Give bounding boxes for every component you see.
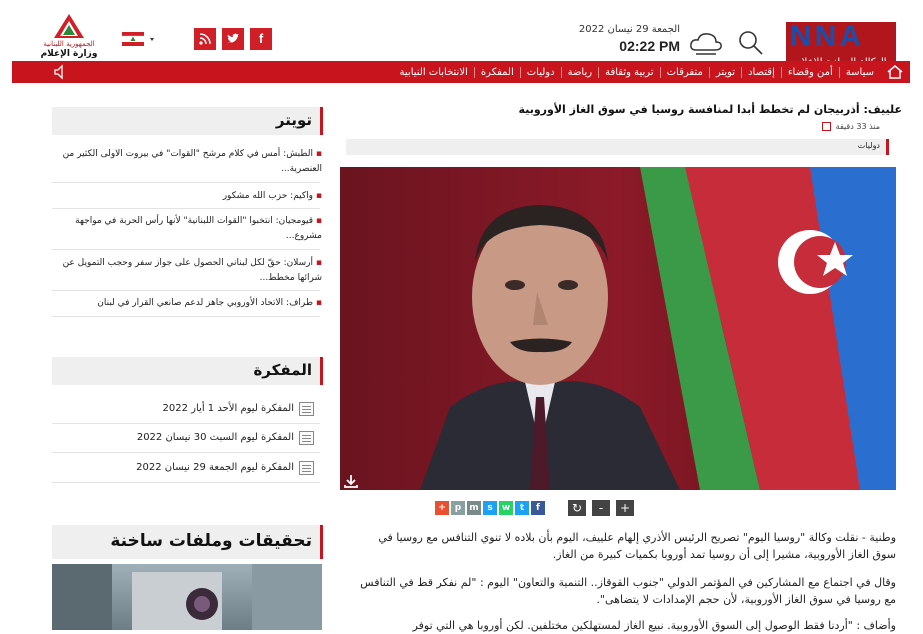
download-icon[interactable] bbox=[343, 473, 359, 489]
twitter-section-header[interactable]: تويتر bbox=[52, 107, 323, 135]
tweet-item[interactable]: ▪ الطبش: أمس في كلام مرشح "القوات" في بي… bbox=[58, 147, 322, 177]
agenda-item[interactable]: المفكرة ليوم الجمعة 29 نيسان 2022 bbox=[52, 455, 320, 483]
category-bar[interactable]: دوليات bbox=[346, 139, 889, 155]
bullet: ▪ bbox=[313, 216, 322, 226]
share-pinterest-button[interactable]: p bbox=[451, 501, 465, 515]
tweet-text: حزب الله مشكور bbox=[222, 191, 291, 201]
facebook-icon[interactable]: f bbox=[250, 28, 272, 50]
tweet-author: طراف: bbox=[286, 298, 314, 308]
agenda-item[interactable]: المفكرة ليوم السبت 30 نيسان 2022 bbox=[52, 425, 320, 453]
ministry-logo[interactable]: الجمهورية اللبنانية وزارة الإعلام bbox=[40, 12, 98, 62]
investigations-image[interactable] bbox=[52, 564, 322, 630]
nav-item-politics[interactable]: سياسة bbox=[838, 66, 880, 78]
share-skype-button[interactable]: s bbox=[483, 501, 497, 515]
main-navbar: سياسة أمن وقضاء إقتصاد تويتر متفرقات ترب… bbox=[12, 61, 910, 83]
rss-icon[interactable] bbox=[194, 28, 216, 50]
divider bbox=[52, 208, 320, 209]
reset-font-button[interactable]: ↻ bbox=[568, 500, 586, 516]
divider bbox=[52, 290, 320, 291]
nav-item-international[interactable]: دوليات bbox=[519, 66, 561, 78]
agenda-section-title: المفكرة bbox=[253, 361, 312, 379]
share-facebook-button[interactable]: f bbox=[531, 501, 545, 515]
speaker-icon[interactable] bbox=[52, 64, 68, 80]
article-title[interactable]: علييف: أذربيجان لم تخطط أبدا لمنافسة روس… bbox=[340, 103, 902, 116]
article-main-image bbox=[340, 167, 896, 490]
current-date: الجمعة 29 نيسان 2022 bbox=[578, 24, 680, 35]
agenda-item-label: المفكرة ليوم الأحد 1 أيار 2022 bbox=[162, 403, 294, 414]
nav-item-agenda[interactable]: المفكرة bbox=[473, 66, 520, 78]
article-time: منذ 33 دقيقة bbox=[700, 122, 880, 131]
divider bbox=[52, 182, 320, 183]
divider bbox=[52, 249, 320, 250]
nav-item-sports[interactable]: رياضة bbox=[560, 66, 599, 78]
nav-item-education[interactable]: تربية وثقافة bbox=[598, 66, 660, 78]
tweet-item[interactable]: ▪ قيومجيان: انتخبوا "القوات اللبنانية" ل… bbox=[58, 214, 322, 244]
document-icon bbox=[299, 402, 314, 416]
weather-cloud-icon bbox=[688, 28, 724, 58]
bullet: ▪ bbox=[313, 258, 322, 268]
article-paragraph: وأضاف : "أردنا فقط الوصول إلى السوق الأو… bbox=[412, 619, 896, 632]
category-label: دوليات bbox=[857, 141, 880, 150]
search-icon[interactable] bbox=[736, 28, 766, 58]
tweet-author: الطبش: bbox=[283, 149, 314, 159]
home-icon[interactable] bbox=[886, 63, 904, 81]
decrease-font-button[interactable]: - bbox=[592, 500, 610, 516]
divider bbox=[52, 316, 320, 317]
share-buttons: + p m s w t f bbox=[435, 501, 547, 517]
nav-item-economy[interactable]: إقتصاد bbox=[741, 66, 781, 78]
logo-text: NNA bbox=[790, 22, 864, 53]
tweet-author: أرسلان: bbox=[283, 258, 314, 268]
agenda-item[interactable]: المفكرة ليوم الأحد 1 أيار 2022 bbox=[52, 396, 320, 424]
tweet-item[interactable]: ▪ أرسلان: حقّ لكل لبناني الحصول على جواز… bbox=[58, 256, 322, 286]
ministry-line2: وزارة الإعلام bbox=[40, 49, 98, 59]
font-size-controls: ↻ - + bbox=[568, 500, 640, 518]
investigations-section-title: تحقيقات وملفات ساخنة bbox=[110, 531, 312, 551]
agenda-item-label: المفكرة ليوم السبت 30 نيسان 2022 bbox=[136, 432, 294, 443]
nav-item-misc[interactable]: متفرقات bbox=[659, 66, 709, 78]
document-icon bbox=[299, 461, 314, 475]
article-time-text: منذ 33 دقيقة bbox=[835, 122, 880, 131]
share-plus-button[interactable]: + bbox=[435, 501, 449, 515]
agenda-item-label: المفكرة ليوم الجمعة 29 نيسان 2022 bbox=[136, 462, 294, 473]
ministry-line1: الجمهورية اللبنانية bbox=[43, 40, 95, 48]
article-paragraph: وقال في اجتماع مع المشاركين في المؤتمر ا… bbox=[360, 576, 896, 606]
share-twitter-button[interactable]: t bbox=[515, 501, 529, 515]
language-flag-select[interactable] bbox=[120, 28, 172, 50]
bullet: ▪ bbox=[313, 298, 322, 308]
bullet: ▪ bbox=[313, 149, 322, 159]
agenda-section-header[interactable]: المفكرة bbox=[52, 357, 323, 385]
article-paragraph: وطنية - نقلت وكالة "روسيا اليوم" تصريح ا… bbox=[378, 531, 896, 561]
twitter-icon[interactable] bbox=[222, 28, 244, 50]
tweet-item[interactable]: ▪ واكيم: حزب الله مشكور bbox=[58, 189, 322, 204]
bullet: ▪ bbox=[313, 191, 322, 201]
investigations-section-header[interactable]: تحقيقات وملفات ساخنة bbox=[52, 525, 323, 559]
nav-item-elections[interactable]: الانتخابات النيابية bbox=[394, 67, 474, 78]
twitter-section-title: تويتر bbox=[275, 111, 312, 129]
tweet-author: قيومجيان: bbox=[275, 216, 314, 226]
share-whatsapp-button[interactable]: w bbox=[499, 501, 513, 515]
tweet-text: الاتحاد الأوروبي جاهز لدعم صانعي القرار … bbox=[97, 298, 287, 308]
nav-item-twitter[interactable]: تويتر bbox=[708, 66, 741, 78]
calendar-icon bbox=[822, 122, 832, 131]
tweet-item[interactable]: ▪ طراف: الاتحاد الأوروبي جاهز لدعم صانعي… bbox=[58, 296, 322, 311]
tweet-author: واكيم: bbox=[290, 191, 314, 201]
nav-item-security[interactable]: أمن وقضاء bbox=[780, 66, 839, 78]
share-mail-button[interactable]: m bbox=[467, 501, 481, 515]
current-time: 02:22 PM bbox=[619, 38, 680, 54]
increase-font-button[interactable]: + bbox=[616, 500, 634, 516]
document-icon bbox=[299, 431, 314, 445]
